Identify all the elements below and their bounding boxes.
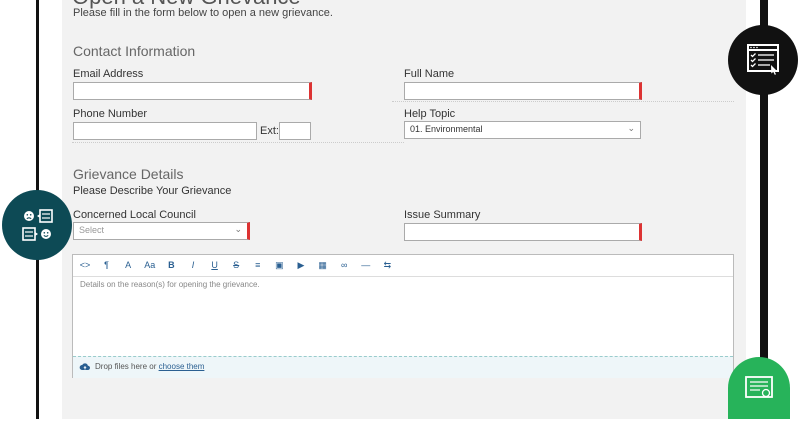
font-color-icon[interactable]: A: [120, 258, 136, 272]
council-placeholder: Select: [79, 225, 105, 235]
cloud-upload-icon: [79, 363, 90, 370]
table-icon[interactable]: ▦: [315, 258, 331, 272]
page-subtitle: Please fill in the form below to open a …: [73, 7, 333, 19]
chevron-down-icon: ⌄: [627, 123, 635, 133]
details-prompt: Please Describe Your Grievance: [73, 185, 232, 197]
font-size-icon[interactable]: Aa: [142, 258, 158, 272]
divider: [72, 142, 404, 143]
phone-label: Phone Number: [73, 108, 147, 120]
divider: [392, 101, 734, 102]
fullname-label: Full Name: [404, 68, 455, 80]
list-icon[interactable]: ≡: [250, 258, 266, 272]
file-dropzone[interactable]: Drop files here or choose them: [73, 356, 733, 378]
video-icon[interactable]: ▶: [293, 258, 309, 272]
email-label: Email Address: [73, 68, 144, 80]
ext-label: Ext:: [260, 125, 279, 137]
checklist-window-icon: [747, 44, 779, 75]
rich-text-editor[interactable]: <> ¶ A Aa B I U S ≡ ▣ ▶ ▦ ∞ — ⇆ Details on the reason(…: [72, 254, 734, 378]
code-view-icon[interactable]: <>: [77, 258, 93, 272]
underline-icon[interactable]: U: [207, 258, 223, 272]
drop-text: Drop files here or choose them: [95, 362, 205, 371]
certificate-badge: [728, 357, 790, 419]
bold-icon[interactable]: B: [163, 258, 179, 272]
issue-summary-label: Issue Summary: [404, 209, 481, 221]
contact-section-heading: Contact Information: [73, 43, 196, 59]
certificate-icon: [745, 376, 773, 398]
undo-redo-icon[interactable]: ⇆: [379, 258, 395, 272]
strikethrough-icon[interactable]: S: [228, 258, 244, 272]
horizontal-rule-icon[interactable]: —: [358, 258, 374, 272]
email-field[interactable]: [73, 82, 312, 100]
help-topic-select[interactable]: 01. Environmental ⌄: [404, 121, 641, 139]
feedback-badge: [2, 190, 72, 260]
issue-summary-field[interactable]: [404, 223, 642, 241]
image-icon[interactable]: ▣: [271, 258, 287, 272]
paragraph-icon[interactable]: ¶: [99, 258, 115, 272]
italic-icon[interactable]: I: [185, 258, 201, 272]
editor-toolbar: <> ¶ A Aa B I U S ≡ ▣ ▶ ▦ ∞ — ⇆: [73, 255, 733, 277]
help-topic-label: Help Topic: [404, 108, 456, 120]
details-section-heading: Grievance Details: [73, 166, 184, 182]
link-icon[interactable]: ∞: [336, 258, 352, 272]
ext-field[interactable]: [279, 122, 311, 140]
chevron-down-icon: ⌄: [234, 224, 242, 234]
help-topic-value: 01. Environmental: [410, 124, 483, 134]
checklist-badge: [728, 25, 798, 95]
feedback-icon: [22, 209, 53, 241]
editor-placeholder: Details on the reason(s) for opening the…: [80, 280, 260, 289]
council-select[interactable]: Select ⌄: [73, 222, 250, 240]
phone-field[interactable]: [73, 122, 257, 140]
grievance-form: Open a New Grievance Please fill in the …: [62, 0, 746, 419]
council-label: Concerned Local Council: [73, 209, 196, 221]
fullname-field[interactable]: [404, 82, 642, 100]
choose-files-link[interactable]: choose them: [159, 362, 205, 371]
